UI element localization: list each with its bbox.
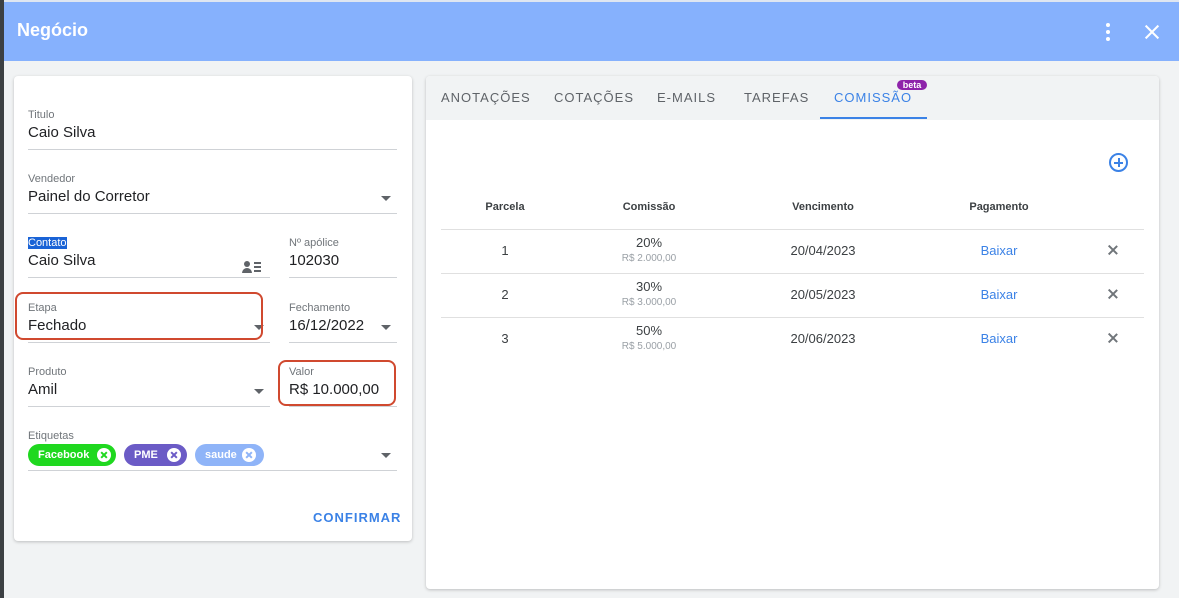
cell-percent: 20% [635, 235, 663, 250]
cell-vencimento: 20/06/2023 [790, 331, 856, 346]
cell-percent: 30% [635, 279, 663, 294]
apolice-label: Nº apólice [289, 237, 339, 249]
header-parcela: Parcela [485, 201, 525, 213]
fechamento-value: 16/12/2022 [289, 317, 365, 334]
row-divider [441, 273, 1144, 274]
contato-label: Contato [28, 237, 67, 249]
tab-comissao[interactable]: COMISSÃO [834, 90, 912, 105]
caret-down-icon [381, 453, 391, 458]
caret-down-icon [381, 196, 391, 201]
contato-label-text: Contato [28, 237, 67, 249]
tab-emails[interactable]: E-MAILS [657, 90, 716, 105]
remove-icon[interactable] [1108, 289, 1118, 299]
tab-anotacoes[interactable]: ANOTAÇÕES [441, 90, 531, 105]
remove-icon[interactable] [1108, 333, 1118, 343]
row-divider [441, 317, 1144, 318]
baixar-link[interactable]: Baixar [981, 243, 1018, 258]
titulo-value: Caio Silva [28, 124, 96, 141]
more-vert-icon[interactable] [1101, 22, 1115, 42]
vendedor-value: Painel do Corretor [28, 188, 150, 205]
chip-close-icon[interactable] [97, 448, 111, 462]
titulo-label: Titulo [28, 109, 55, 121]
cell-percent: 50% [635, 323, 663, 338]
baixar-link[interactable]: Baixar [981, 287, 1018, 302]
tag-chip[interactable]: saude [195, 444, 264, 466]
right-edge [1179, 0, 1183, 598]
chip-close-icon[interactable] [242, 448, 256, 462]
add-circle-icon[interactable] [1109, 153, 1128, 172]
cell-amount: R$ 2.000,00 [621, 253, 677, 264]
tag-chip-label: PME [134, 449, 158, 461]
tag-chip[interactable]: PME [124, 444, 187, 466]
apolice-field[interactable]: Nº apólice 102030 [289, 237, 397, 278]
etapa-highlight [15, 292, 263, 340]
close-icon[interactable] [1142, 22, 1162, 42]
etiquetas-label: Etiquetas [28, 430, 74, 442]
fechamento-select[interactable]: Fechamento 16/12/2022 [289, 302, 397, 343]
header-pagamento: Pagamento [969, 201, 1029, 213]
confirm-button[interactable]: CONFIRMAR [313, 510, 401, 525]
cell-vencimento: 20/04/2023 [790, 243, 856, 258]
contact-card-icon[interactable] [242, 260, 262, 276]
dialog-title: Negócio [17, 20, 89, 40]
cell-amount: R$ 5.000,00 [621, 341, 677, 352]
valor-highlight [278, 360, 396, 406]
tab-tarefas[interactable]: TAREFAS [744, 90, 809, 105]
fechamento-label: Fechamento [289, 302, 351, 314]
cell-vencimento: 20/05/2023 [790, 287, 856, 302]
cell-parcela: 2 [501, 287, 509, 302]
chip-close-icon[interactable] [167, 448, 181, 462]
tag-chip-label: Facebook [38, 449, 90, 461]
remove-icon[interactable] [1108, 245, 1118, 255]
produto-value: Amil [28, 381, 58, 398]
contato-value: Caio Silva [28, 252, 96, 269]
cell-amount: R$ 3.000,00 [621, 297, 677, 308]
produto-label: Produto [28, 366, 67, 378]
beta-badge: beta [897, 80, 927, 90]
vendedor-select[interactable]: Vendedor Painel do Corretor [28, 173, 397, 214]
tab-cotacoes[interactable]: COTAÇÕES [554, 90, 634, 105]
contato-field[interactable]: Contato Caio Silva [28, 237, 270, 278]
apolice-value: 102030 [289, 252, 340, 269]
active-tab-indicator [820, 117, 927, 119]
tag-chip-label: saude [205, 449, 237, 461]
header-vencimento: Vencimento [792, 201, 854, 213]
caret-down-icon [254, 389, 264, 394]
tag-chip[interactable]: Facebook [28, 444, 116, 466]
cell-parcela: 1 [501, 243, 509, 258]
caret-down-icon [381, 325, 391, 330]
cell-parcela: 3 [501, 331, 509, 346]
baixar-link[interactable]: Baixar [981, 331, 1018, 346]
header-comissao: Comissão [622, 201, 676, 213]
dialog-header: Negócio [4, 0, 1179, 61]
produto-select[interactable]: Produto Amil [28, 366, 270, 407]
vendedor-label: Vendedor [28, 173, 76, 185]
titulo-field[interactable]: Titulo Caio Silva [28, 109, 397, 150]
row-divider [441, 229, 1144, 230]
